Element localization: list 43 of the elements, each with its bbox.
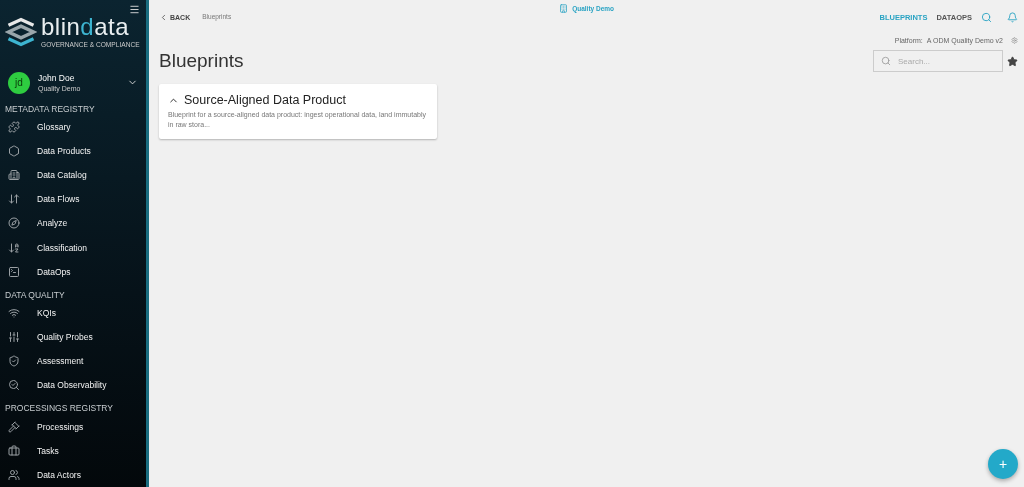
star-icon[interactable] bbox=[1007, 55, 1018, 67]
user-avatar: jd bbox=[8, 71, 30, 94]
section-title: METADATA REGISTRY bbox=[4, 102, 96, 115]
magnifier-icon bbox=[8, 379, 20, 392]
user-name: John Doe bbox=[38, 73, 76, 84]
chevron-icon bbox=[159, 13, 168, 22]
nav-item[interactable]: Tasks bbox=[0, 438, 146, 463]
puzzle-icon bbox=[8, 121, 20, 134]
logo-icon bbox=[5, 16, 37, 47]
building-icon bbox=[559, 4, 569, 13]
section-title: DATA QUALITY bbox=[4, 288, 66, 301]
hexagon-icon bbox=[8, 145, 20, 158]
section-title: PROCESSINGS REGISTRY bbox=[4, 402, 114, 415]
card-title: Source-Aligned Data Product bbox=[184, 93, 346, 107]
compass-icon bbox=[8, 217, 20, 230]
shield-icon bbox=[8, 355, 20, 368]
nav-item[interactable]: Glossary bbox=[0, 115, 146, 140]
search-icon bbox=[881, 56, 891, 66]
page-title: Blueprints bbox=[159, 50, 245, 72]
arrows-icon bbox=[8, 193, 20, 206]
logo-wordmark: blindata bbox=[41, 15, 131, 40]
building-icon bbox=[8, 169, 20, 182]
briefcase-icon bbox=[8, 444, 20, 457]
nav-item[interactable]: Data Observability bbox=[0, 373, 146, 398]
gavel-icon bbox=[8, 420, 20, 433]
nav-item[interactable]: Data Products bbox=[0, 139, 146, 164]
terminal-icon bbox=[8, 265, 20, 278]
nav-item[interactable]: Classification bbox=[0, 235, 146, 260]
nav-item[interactable]: Quality Probes bbox=[0, 325, 146, 350]
sliders-icon bbox=[8, 331, 20, 344]
people-icon bbox=[8, 468, 20, 481]
search-field[interactable]: Search... bbox=[873, 50, 1003, 72]
nav-item[interactable]: Assessment bbox=[0, 349, 146, 374]
menu-icon[interactable] bbox=[129, 4, 140, 15]
nav-item[interactable]: Analyze bbox=[0, 211, 146, 236]
nav-item[interactable]: KQIs bbox=[0, 300, 146, 326]
sort-icon bbox=[8, 241, 20, 254]
wifi-icon bbox=[8, 307, 20, 319]
nav-item[interactable]: Data Flows bbox=[0, 187, 146, 212]
nav-item[interactable]: Data Actors bbox=[0, 462, 146, 487]
nav-item[interactable]: Processings bbox=[0, 414, 146, 439]
nav-item[interactable]: Data Catalog bbox=[0, 163, 146, 188]
nav-item[interactable]: DataOps bbox=[0, 259, 146, 284]
